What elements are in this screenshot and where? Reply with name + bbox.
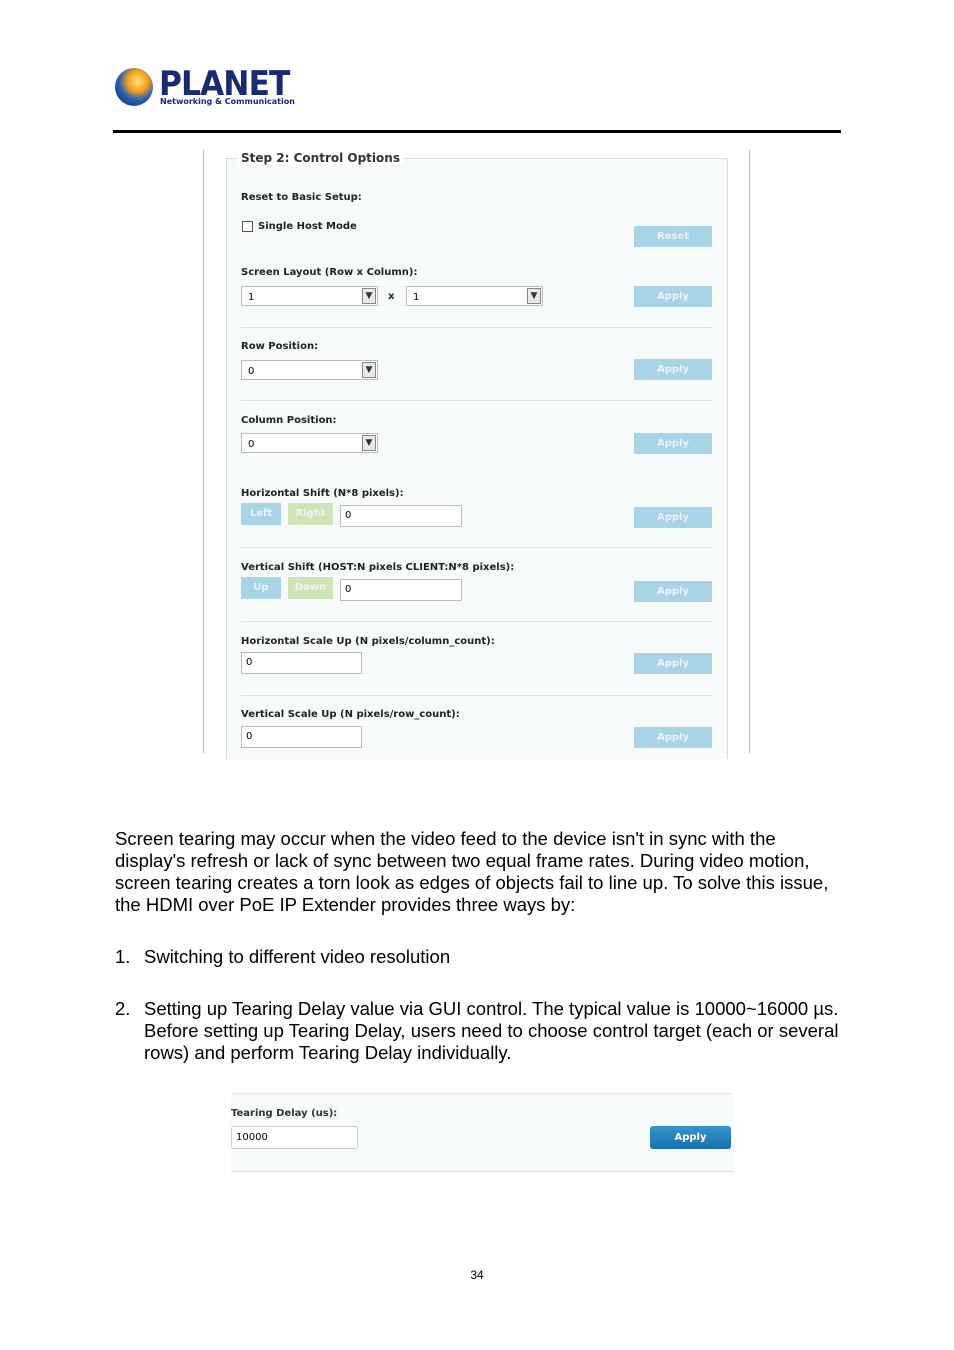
column-apply-button[interactable]: Apply: [634, 433, 712, 454]
vscale-input[interactable]: 0: [241, 726, 362, 748]
divider: [241, 547, 712, 548]
layout-col-value: 1: [413, 292, 420, 303]
layout-row-value: 1: [248, 292, 255, 303]
left-button[interactable]: Left: [241, 503, 281, 525]
vshift-input[interactable]: 0: [340, 579, 462, 601]
right-button[interactable]: Right: [288, 503, 333, 525]
layout-apply-button[interactable]: Apply: [634, 286, 712, 307]
row-position-value: 0: [248, 366, 255, 377]
layout-col-select[interactable]: 1 ▼: [406, 286, 543, 306]
layout-row-select[interactable]: 1 ▼: [241, 286, 378, 306]
divider: [241, 621, 712, 622]
list-item: Switching to different video resolution: [144, 946, 451, 967]
layout-label: Screen Layout (Row x Column):: [241, 267, 418, 278]
tearing-delay-label: Tearing Delay (us):: [231, 1108, 338, 1119]
hshift-apply-button[interactable]: Apply: [634, 507, 712, 528]
row-position-label: Row Position:: [241, 341, 319, 352]
intro-paragraph: Screen tearing may occur when the video …: [115, 828, 829, 915]
up-button[interactable]: Up: [241, 577, 281, 599]
vshift-label: Vertical Shift (HOST:N pixels CLIENT:N*8…: [241, 562, 515, 573]
chevron-down-icon: ▼: [362, 288, 376, 304]
single-host-label: Single Host Mode: [258, 221, 357, 232]
list-item: Setting up Tearing Delay value via GUI c…: [144, 998, 839, 1063]
hscale-input[interactable]: 0: [241, 652, 362, 674]
vscale-apply-button[interactable]: Apply: [634, 727, 712, 748]
vscale-label: Vertical Scale Up (N pixels/row_count):: [241, 709, 460, 720]
single-host-checkbox[interactable]: [242, 221, 253, 232]
planet-globe-logo-icon: [115, 68, 153, 106]
column-position-label: Column Position:: [241, 415, 337, 426]
list-number: 2.: [115, 998, 131, 1019]
chevron-down-icon: ▼: [527, 288, 541, 304]
layout-x: x: [388, 291, 395, 302]
hshift-label: Horizontal Shift (N*8 pixels):: [241, 488, 404, 499]
document-page: PLANET Networking & Communication Step 2…: [0, 0, 954, 1350]
chevron-down-icon: ▼: [362, 435, 376, 451]
column-position-select[interactable]: 0 ▼: [241, 433, 378, 453]
divider: [241, 327, 712, 328]
tearing-delay-input[interactable]: 10000: [231, 1126, 358, 1149]
hscale-apply-button[interactable]: Apply: [634, 653, 712, 674]
header-divider: [113, 130, 841, 133]
logo-tagline: Networking & Communication: [160, 97, 295, 106]
reset-button[interactable]: Reset: [634, 226, 712, 247]
hshift-input[interactable]: 0: [340, 505, 462, 527]
panel-border-right: [749, 150, 750, 753]
down-button[interactable]: Down: [288, 577, 333, 599]
reset-label: Reset to Basic Setup:: [241, 192, 362, 203]
vshift-apply-button[interactable]: Apply: [634, 581, 712, 602]
list-number: 1.: [115, 946, 131, 967]
row-apply-button[interactable]: Apply: [634, 359, 712, 380]
tearing-apply-button[interactable]: Apply: [650, 1126, 731, 1149]
fieldset-legend: Step 2: Control Options: [237, 151, 404, 165]
column-position-value: 0: [248, 439, 255, 450]
divider: [241, 695, 712, 696]
divider: [241, 400, 712, 401]
page-number: 34: [470, 1268, 484, 1282]
hscale-label: Horizontal Scale Up (N pixels/column_cou…: [241, 636, 495, 647]
chevron-down-icon: ▼: [362, 362, 376, 378]
row-position-select[interactable]: 0 ▼: [241, 360, 378, 380]
panel-border-left: [203, 150, 204, 753]
